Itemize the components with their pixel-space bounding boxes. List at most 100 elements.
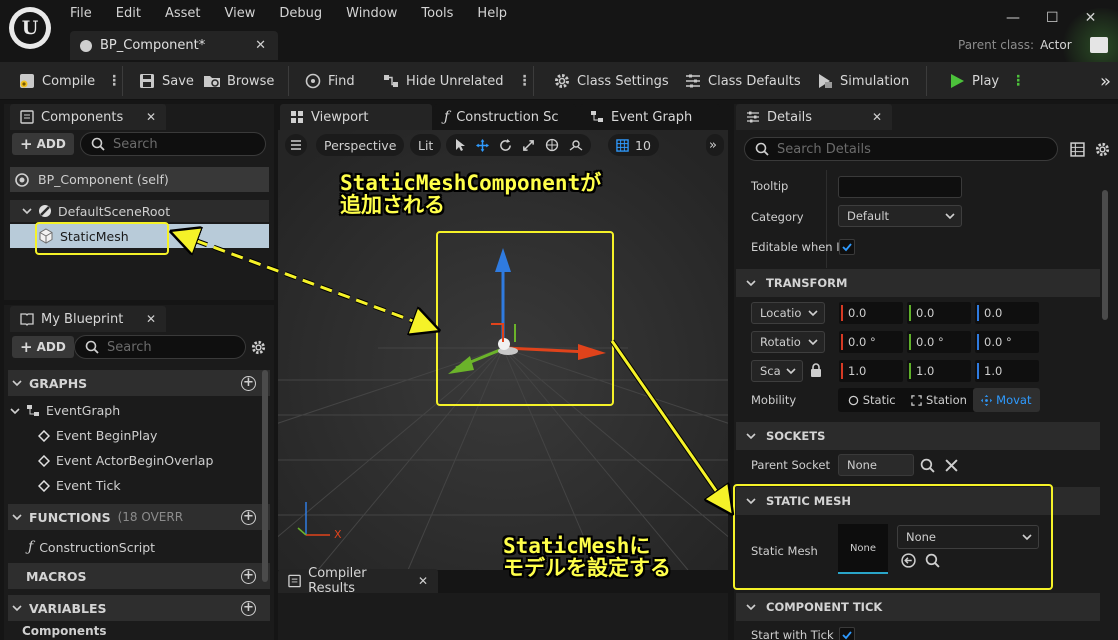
components-search[interactable] [80,132,266,156]
parent-class-value[interactable]: Actor [1040,38,1072,52]
close-details-icon[interactable]: ✕ [872,110,882,124]
component-tick-section-header[interactable]: COMPONENT TICK [736,593,1100,621]
details-search[interactable] [744,137,1058,161]
translate-icon[interactable] [476,138,489,152]
select-arrow-icon[interactable] [454,138,466,152]
details-search-input[interactable] [777,141,1017,157]
menu-debug[interactable]: Debug [279,6,322,21]
compile-button[interactable]: Compile ⋮ [18,62,121,100]
construction-script-tab[interactable]: ƒ Construction Sc [434,104,576,130]
blueprint-search[interactable] [74,335,246,359]
event-tick-item[interactable]: Event Tick [38,478,121,493]
rotation-x-field[interactable]: 0.0 ° [839,331,903,353]
scale-y-field[interactable]: 1.0 [907,360,971,382]
components-variables-category[interactable]: Components [22,624,107,638]
close-compiler-results-icon[interactable]: ✕ [418,574,428,588]
location-y-field[interactable]: 0.0 [907,302,971,324]
parent-socket-field[interactable]: None [838,454,914,476]
details-table-view-icon[interactable] [1070,142,1085,157]
chevron-down-icon[interactable] [22,206,32,216]
blueprint-search-input[interactable] [107,339,227,355]
maximize-button[interactable]: ☐ [1046,10,1059,26]
tooltip-input[interactable] [838,176,962,198]
find-button[interactable]: Find [304,62,355,100]
editable-when-inherited-checkbox[interactable] [839,239,855,255]
menu-asset[interactable]: Asset [165,6,201,21]
event-graph-item[interactable]: EventGraph [10,403,120,418]
play-options-kebab[interactable]: ⋮ [1011,73,1025,89]
component-row-default-scene-root[interactable]: DefaultSceneRoot [10,200,269,222]
location-x-field[interactable]: 0.0 [839,302,903,324]
event-graph-tab[interactable]: Event Graph [580,104,720,130]
world-space-icon[interactable] [545,138,559,152]
variables-section[interactable]: VARIABLES + [8,595,270,621]
viewport-menu-button[interactable] [285,134,307,156]
close-tab-icon[interactable]: ✕ [255,38,266,53]
chevron-down-icon[interactable] [10,406,20,416]
scale-x-field[interactable]: 1.0 [839,360,903,382]
event-actor-begin-overlap-item[interactable]: Event ActorBeginOverlap [38,453,213,468]
menu-file[interactable]: File [70,6,92,21]
viewport-overflow-button[interactable]: » [706,134,724,156]
add-component-button[interactable]: + ADD [12,133,74,155]
functions-section[interactable]: FUNCTIONS (18 OVERR + [8,504,270,530]
location-z-field[interactable]: 0.0 [975,302,1039,324]
toolbar-overflow-button[interactable]: » [1100,62,1111,100]
blueprint-scrollbar[interactable] [262,370,268,582]
lit-button[interactable]: Lit [410,134,442,156]
search-icon[interactable] [920,458,935,473]
class-settings-button[interactable]: Class Settings [553,62,669,100]
mobility-static-option[interactable]: Static [838,388,905,412]
menu-help[interactable]: Help [477,6,507,21]
scale-mode-dropdown[interactable]: Sca [751,360,803,382]
components-search-input[interactable] [113,136,233,152]
blueprint-settings-gear-icon[interactable] [250,339,267,356]
menu-view[interactable]: View [225,6,256,21]
sockets-section-header[interactable]: SOCKETS [736,422,1100,450]
menu-window[interactable]: Window [346,6,397,21]
transform-section-header[interactable]: TRANSFORM [736,269,1100,297]
graphs-section[interactable]: GRAPHS + [8,370,270,396]
class-defaults-button[interactable]: Class Defaults [684,62,801,100]
add-graph-icon[interactable]: + [241,375,256,391]
document-tab[interactable]: BP_Component* ✕ [70,31,278,60]
my-blueprint-tab[interactable]: My Blueprint ✕ [10,306,166,332]
add-variable-icon[interactable]: + [241,600,256,616]
start-with-tick-checkbox[interactable] [839,627,855,640]
graduation-cap-icon[interactable] [1089,37,1108,53]
mobility-movable-option[interactable]: Movat [972,388,1040,412]
menu-tools[interactable]: Tools [421,6,453,21]
unreal-logo-icon[interactable]: U [9,7,51,49]
rotation-mode-dropdown[interactable]: Rotatio [751,331,825,353]
event-begin-play-item[interactable]: Event BeginPlay [38,428,157,443]
component-row-self[interactable]: BP_Component (self) [10,167,269,192]
compile-options-kebab[interactable]: ⋮ [107,73,121,89]
add-macro-icon[interactable]: + [241,568,256,584]
category-dropdown[interactable]: Default [838,205,962,227]
rotation-z-field[interactable]: 0.0 ° [975,331,1039,353]
hide-unrelated-kebab[interactable]: ⋮ [518,73,532,89]
scale-icon[interactable] [522,139,535,152]
details-settings-gear-icon[interactable] [1094,141,1111,158]
mobility-stationary-option[interactable]: Station [905,388,972,412]
details-scrollbar[interactable] [1102,190,1108,320]
close-window-button[interactable]: ✕ [1085,10,1097,26]
scale-z-field[interactable]: 1.0 [975,360,1039,382]
macros-section[interactable]: MACROS + [8,563,270,589]
surface-snap-icon[interactable] [569,138,583,152]
details-tab[interactable]: Details ✕ [736,104,892,130]
rotation-y-field[interactable]: 0.0 ° [907,331,971,353]
grid-snap-button[interactable]: 10 [608,134,659,156]
viewport-tab[interactable]: Viewport [280,104,432,130]
close-my-blueprint-icon[interactable]: ✕ [146,312,156,326]
lock-icon[interactable] [809,362,823,378]
save-button[interactable]: Save [138,62,194,100]
construction-script-item[interactable]: ƒ ConstructionScript [28,539,155,555]
play-button[interactable]: Play ⋮ [948,62,1025,100]
perspective-button[interactable]: Perspective [316,134,405,156]
simulation-button[interactable]: Simulation [816,62,909,100]
location-mode-dropdown[interactable]: Locatio [751,302,825,324]
minimize-button[interactable]: — [1006,10,1020,26]
add-blueprint-item-button[interactable]: + ADD [12,336,74,358]
clear-x-icon[interactable] [945,459,958,472]
